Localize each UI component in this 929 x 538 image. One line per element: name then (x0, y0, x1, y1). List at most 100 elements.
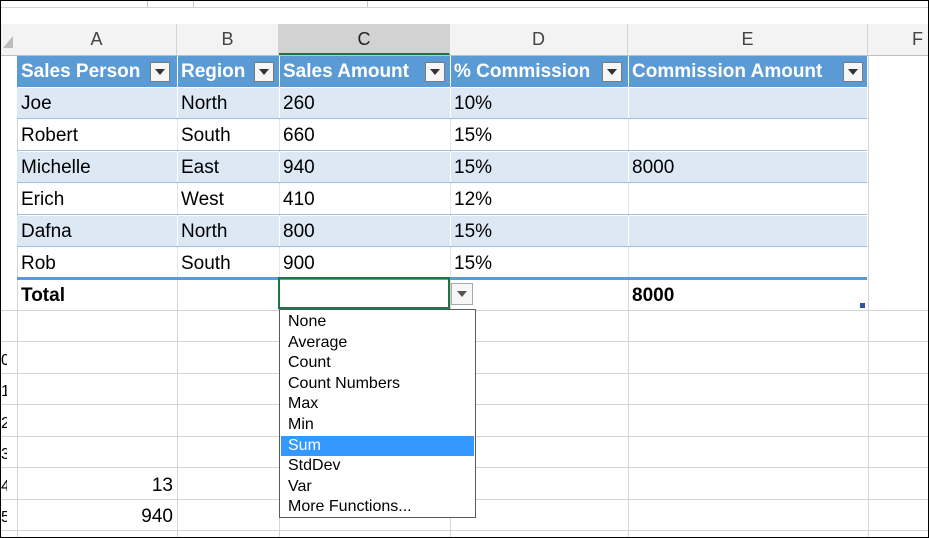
table-divider (177, 216, 178, 247)
table-divider (177, 56, 178, 87)
cell-commission-amount[interactable] (628, 184, 867, 215)
spreadsheet-window: A B C D E F Sales Person Region Sales Am… (0, 0, 929, 538)
cell-sales-person[interactable]: Robert (17, 120, 177, 151)
row-number[interactable]: 4 (1, 477, 7, 497)
cell-region[interactable]: North (177, 216, 279, 247)
table-divider (279, 152, 280, 183)
cell-commission-pct[interactable]: 15% (450, 248, 628, 279)
table-row[interactable]: Erich West 410 12% (17, 184, 867, 215)
cell-sales-amount[interactable]: 660 (279, 120, 450, 151)
dropdown-option-count[interactable]: Count (281, 353, 474, 374)
select-all-corner[interactable] (3, 36, 13, 48)
cell-sales-amount[interactable]: 260 (279, 88, 450, 119)
table-row[interactable]: Michelle East 940 15% 8000 (17, 152, 867, 183)
cell-commission-amount[interactable] (628, 216, 867, 247)
table-resize-handle[interactable] (860, 303, 865, 308)
cell-sales-person[interactable]: Dafna (17, 216, 177, 247)
table-divider (450, 152, 451, 183)
total-commission-amount[interactable]: 8000 (628, 280, 867, 311)
column-header-b[interactable]: B (177, 24, 279, 55)
table-divider (177, 88, 178, 119)
row-number[interactable]: 0 (1, 351, 7, 371)
table-divider (450, 56, 451, 87)
column-header-e[interactable]: E (628, 24, 868, 55)
filter-dropdown-icon[interactable] (150, 62, 170, 82)
cell-sales-person[interactable]: Erich (17, 184, 177, 215)
tab-divider (147, 1, 148, 7)
dropdown-option-more-functions[interactable]: More Functions... (281, 497, 474, 518)
column-header-row: A B C D E F (1, 24, 928, 56)
table-divider (177, 248, 178, 279)
table-divider (279, 120, 280, 151)
column-header-f[interactable]: F (868, 24, 928, 55)
cell-region[interactable]: West (177, 184, 279, 215)
table-row[interactable]: Rob South 900 15% (17, 248, 867, 279)
cell-a15[interactable]: 940 (7, 501, 177, 533)
table-divider (628, 88, 629, 119)
cell-commission-amount[interactable] (628, 88, 867, 119)
row-border (17, 182, 867, 183)
dropdown-option-none[interactable]: None (281, 312, 474, 333)
tab-strip (1, 1, 928, 8)
dropdown-option-count-numbers[interactable]: Count Numbers (281, 374, 474, 395)
cell-region[interactable]: East (177, 152, 279, 183)
row-number[interactable]: 1 (1, 382, 7, 402)
filter-dropdown-icon[interactable] (425, 62, 445, 82)
dropdown-option-sum[interactable]: Sum (281, 435, 474, 457)
dropdown-option-max[interactable]: Max (281, 394, 474, 415)
tab-divider (193, 1, 194, 7)
cell-commission-amount[interactable] (628, 120, 867, 151)
cell-sales-amount[interactable]: 900 (279, 248, 450, 279)
table-divider (279, 56, 280, 87)
cell-sales-person[interactable]: Michelle (17, 152, 177, 183)
cell-commission-pct[interactable]: 12% (450, 184, 628, 215)
header-commission-amount: Commission Amount (632, 61, 823, 82)
column-header-d[interactable]: D (450, 24, 628, 55)
total-function-dropdown[interactable]: None Average Count Count Numbers Max Min… (279, 309, 476, 518)
table-divider (177, 152, 178, 183)
dropdown-option-min[interactable]: Min (281, 415, 474, 436)
table-divider (628, 56, 629, 87)
tab-divider (367, 1, 368, 7)
cell-commission-pct[interactable]: 15% (450, 152, 628, 183)
chevron-down-icon[interactable] (451, 283, 473, 305)
dropdown-option-average[interactable]: Average (281, 333, 474, 354)
table-divider (279, 184, 280, 215)
table-row[interactable]: Joe North 260 10% (17, 88, 867, 119)
cell-sales-amount[interactable]: 410 (279, 184, 450, 215)
filter-dropdown-icon[interactable] (843, 62, 863, 82)
row-number[interactable]: 2 (1, 414, 7, 434)
table-divider (628, 216, 629, 247)
filter-dropdown-icon[interactable] (254, 62, 274, 82)
table-row[interactable]: Dafna North 800 15% (17, 216, 867, 247)
cell-commission-amount[interactable] (628, 248, 867, 279)
column-header-c[interactable]: C (279, 24, 450, 55)
row-number[interactable]: 5 (1, 508, 7, 528)
table-divider (279, 248, 280, 279)
cell-commission-amount[interactable]: 8000 (628, 152, 867, 183)
cell-commission-pct[interactable]: 10% (450, 88, 628, 119)
total-label[interactable]: Total (17, 280, 177, 311)
cell-sales-amount[interactable]: 940 (279, 152, 450, 183)
cell-a14[interactable]: 13 (7, 470, 177, 502)
table-divider (628, 152, 629, 183)
cell-sales-amount[interactable]: 800 (279, 216, 450, 247)
cell-sales-person[interactable]: Joe (17, 88, 177, 119)
table-divider (450, 88, 451, 119)
column-header-a[interactable]: A (17, 24, 177, 55)
row-border (17, 214, 867, 215)
row-number[interactable]: 3 (1, 445, 7, 465)
cell-region[interactable]: South (177, 248, 279, 279)
cell-commission-pct[interactable]: 15% (450, 120, 628, 151)
table-divider (279, 88, 280, 119)
table-header-row: Sales Person Region Sales Amount % Commi… (17, 56, 867, 87)
dropdown-option-stddev[interactable]: StdDev (281, 456, 474, 477)
cell-sales-person[interactable]: Rob (17, 248, 177, 279)
table-row[interactable]: Robert South 660 15% (17, 120, 867, 151)
cell-commission-pct[interactable]: 15% (450, 216, 628, 247)
active-cell-c-total[interactable] (278, 277, 450, 309)
dropdown-option-var[interactable]: Var (281, 477, 474, 498)
cell-region[interactable]: North (177, 88, 279, 119)
filter-dropdown-icon[interactable] (602, 62, 622, 82)
cell-region[interactable]: South (177, 120, 279, 151)
